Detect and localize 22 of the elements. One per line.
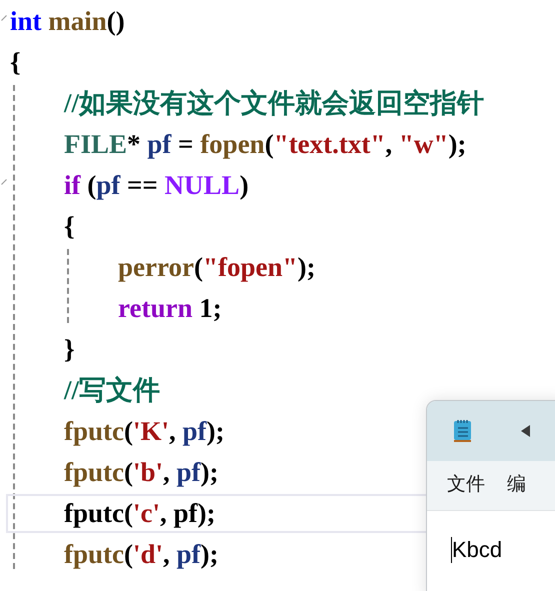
notepad-icon[interactable] bbox=[453, 419, 473, 443]
menu-item[interactable]: 编 bbox=[507, 471, 526, 500]
text-cursor bbox=[451, 537, 452, 563]
code-line: if (pf == NULL) bbox=[64, 172, 249, 199]
code-line: fputc('b', pf); bbox=[64, 459, 219, 486]
code-line: int main() bbox=[10, 8, 125, 35]
code-line: //如果没有这个文件就会返回空指针 bbox=[64, 90, 484, 117]
code-line: fputc('c', pf); bbox=[64, 500, 216, 527]
left-arrow-icon[interactable] bbox=[521, 425, 530, 437]
code-line: { bbox=[10, 49, 21, 76]
code-line: perror("fopen"); bbox=[118, 254, 316, 281]
fold-marker-icon[interactable] bbox=[1, 15, 7, 21]
code-line: } bbox=[64, 336, 75, 363]
code-line: fputc('K', pf); bbox=[64, 418, 225, 445]
code-line: fputc('d', pf); bbox=[64, 541, 219, 568]
menu-item[interactable]: 文件 bbox=[447, 471, 485, 500]
fold-marker-icon[interactable] bbox=[1, 179, 7, 185]
code-line: //写文件 bbox=[64, 377, 160, 404]
document-text: Kbcd bbox=[452, 539, 502, 561]
code-line: return 1; bbox=[118, 295, 222, 322]
code-line: { bbox=[64, 213, 75, 240]
code-line: FILE* pf = fopen("text.txt", "w"); bbox=[64, 131, 466, 158]
